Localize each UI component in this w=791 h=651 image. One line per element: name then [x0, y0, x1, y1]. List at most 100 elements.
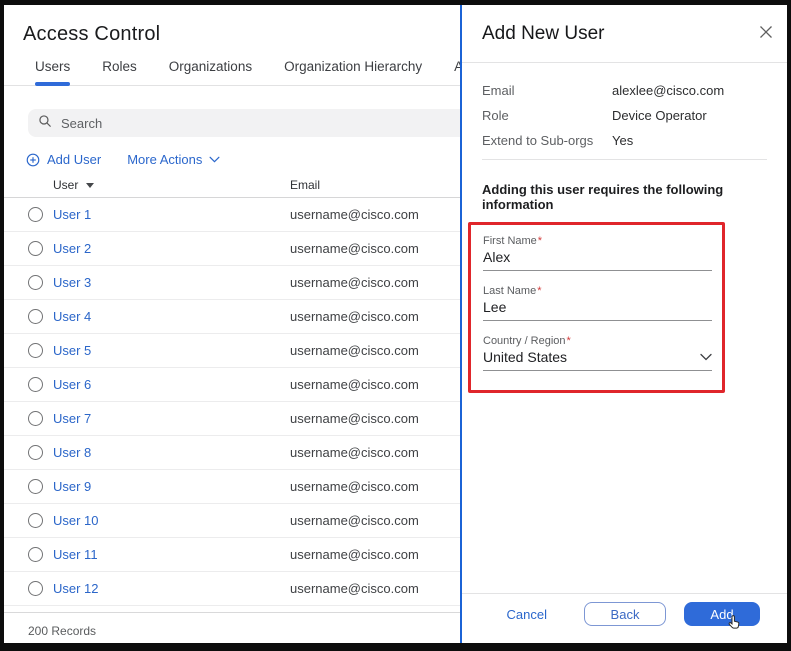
required-asterisk: * — [537, 285, 542, 297]
search-icon — [38, 114, 52, 133]
row-radio[interactable] — [28, 445, 43, 460]
row-radio[interactable] — [28, 581, 43, 596]
summary-value: Yes — [612, 133, 634, 148]
row-radio[interactable] — [28, 479, 43, 494]
user-table: User 1 username@cisco.com User 2 usernam… — [4, 198, 460, 606]
row-radio[interactable] — [28, 241, 43, 256]
row-radio[interactable] — [28, 275, 43, 290]
more-actions-button[interactable]: More Actions — [127, 152, 220, 167]
dialog-footer: Cancel Back Add — [462, 593, 787, 643]
summary-label: Email — [482, 83, 515, 98]
dialog-body: Email alexlee@cisco.com Role Device Oper… — [462, 63, 787, 593]
summary-row-role: Role Device Operator — [482, 108, 767, 123]
user-link[interactable]: User 3 — [53, 275, 290, 290]
search-bar[interactable] — [28, 109, 460, 137]
more-actions-label: More Actions — [127, 152, 203, 167]
tab-roles[interactable]: Roles — [102, 59, 137, 85]
country-region-value: United States — [483, 349, 568, 365]
table-row: User 12 username@cisco.com — [4, 572, 460, 606]
email-cell: username@cisco.com — [290, 343, 419, 358]
add-button[interactable]: Add — [684, 602, 760, 629]
email-cell: username@cisco.com — [290, 241, 419, 256]
summary-label: Extend to Sub-orgs — [482, 133, 594, 148]
row-radio[interactable] — [28, 513, 43, 528]
table-row: User 7 username@cisco.com — [4, 402, 460, 436]
user-link[interactable]: User 4 — [53, 309, 290, 324]
summary-row-extend-suborgs: Extend to Sub-orgs Yes — [482, 133, 767, 148]
chevron-down-icon — [209, 156, 220, 163]
add-user-label: Add User — [47, 152, 102, 167]
table-row: User 8 username@cisco.com — [4, 436, 460, 470]
chevron-down-icon — [700, 353, 712, 361]
tab-ap[interactable]: AP — [454, 59, 460, 85]
divider — [482, 159, 767, 160]
table-row: User 11 username@cisco.com — [4, 538, 460, 572]
app-window: Access Control Users Roles Organizations… — [4, 5, 787, 643]
user-link[interactable]: User 9 — [53, 479, 290, 494]
table-row: User 9 username@cisco.com — [4, 470, 460, 504]
highlighted-form-area: First Name* Last Name* C — [468, 222, 725, 393]
sort-caret-icon — [86, 182, 95, 188]
page-title: Access Control — [23, 23, 161, 45]
email-cell: username@cisco.com — [290, 411, 419, 426]
email-cell: username@cisco.com — [290, 309, 419, 324]
required-asterisk: * — [566, 335, 571, 347]
user-link[interactable]: User 12 — [53, 581, 290, 596]
table-row: User 6 username@cisco.com — [4, 368, 460, 402]
user-link[interactable]: User 8 — [53, 445, 290, 460]
email-cell: username@cisco.com — [290, 377, 419, 392]
add-new-user-dialog: Add New User Email alexlee@cisco.com Rol… — [460, 5, 787, 643]
country-region-select[interactable]: United States — [483, 347, 712, 371]
search-input[interactable] — [61, 115, 450, 131]
close-icon[interactable] — [759, 25, 773, 39]
first-name-field: First Name* — [483, 235, 712, 271]
last-name-field: Last Name* — [483, 285, 712, 321]
back-button[interactable]: Back — [584, 602, 666, 626]
summary-value: Device Operator — [612, 108, 707, 123]
required-asterisk: * — [537, 235, 543, 247]
column-header-user[interactable]: User — [53, 178, 290, 192]
tab-organizations[interactable]: Organizations — [169, 59, 252, 85]
plus-circle-icon — [26, 153, 40, 167]
table-row: User 1 username@cisco.com — [4, 198, 460, 232]
column-header-email: Email — [290, 177, 321, 192]
tab-organization-hierarchy[interactable]: Organization Hierarchy — [284, 59, 422, 85]
email-cell: username@cisco.com — [290, 581, 419, 596]
user-link[interactable]: User 5 — [53, 343, 290, 358]
summary-value: alexlee@cisco.com — [612, 83, 725, 98]
row-radio[interactable] — [28, 343, 43, 358]
cancel-button[interactable]: Cancel — [507, 602, 547, 626]
summary-label: Role — [482, 108, 509, 123]
add-user-button[interactable]: Add User — [26, 152, 101, 167]
country-region-label: Country / Region* — [483, 335, 571, 347]
table-row: User 4 username@cisco.com — [4, 300, 460, 334]
user-link[interactable]: User 7 — [53, 411, 290, 426]
access-control-panel: Access Control Users Roles Organizations… — [4, 5, 460, 643]
hand-cursor-icon — [726, 615, 742, 631]
country-region-field: Country / Region* United States — [483, 335, 712, 371]
user-link[interactable]: User 1 — [53, 207, 290, 222]
table-row: User 2 username@cisco.com — [4, 232, 460, 266]
tab-users[interactable]: Users — [35, 59, 71, 86]
last-name-input[interactable] — [483, 299, 712, 315]
first-name-label: First Name* — [483, 235, 543, 247]
user-link[interactable]: User 6 — [53, 377, 290, 392]
records-count: 200 Records — [4, 612, 460, 638]
email-cell: username@cisco.com — [290, 479, 419, 494]
user-link[interactable]: User 11 — [53, 547, 290, 562]
tab-bar: Users Roles Organizations Organization H… — [4, 59, 460, 86]
email-cell: username@cisco.com — [290, 547, 419, 562]
first-name-input[interactable] — [483, 249, 712, 265]
summary-row-email: Email alexlee@cisco.com — [482, 83, 767, 98]
row-radio[interactable] — [28, 309, 43, 324]
row-radio[interactable] — [28, 207, 43, 222]
row-radio[interactable] — [28, 547, 43, 562]
user-link[interactable]: User 2 — [53, 241, 290, 256]
user-link[interactable]: User 10 — [53, 513, 290, 528]
row-radio[interactable] — [28, 377, 43, 392]
table-row: User 5 username@cisco.com — [4, 334, 460, 368]
actions-row: Add User More Actions — [26, 152, 460, 167]
section-heading: Adding this user requires the following … — [482, 182, 724, 212]
row-radio[interactable] — [28, 411, 43, 426]
last-name-label: Last Name* — [483, 285, 542, 297]
